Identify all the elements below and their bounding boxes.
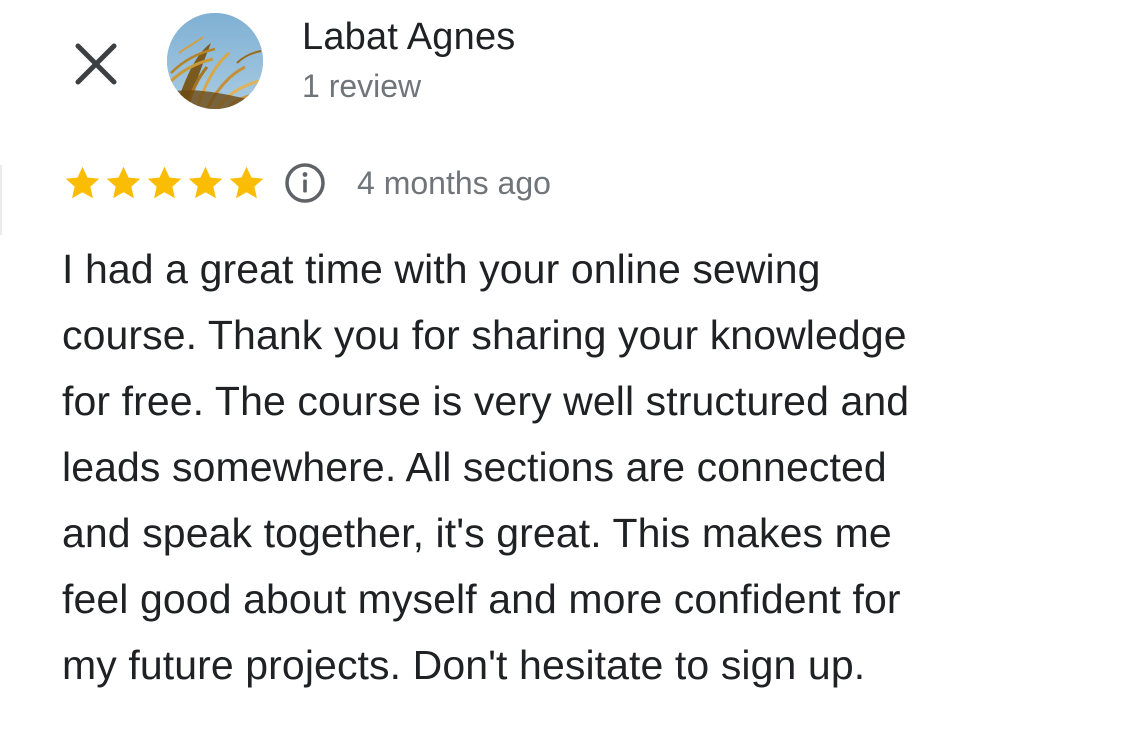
info-icon[interactable]	[283, 161, 327, 205]
star-icon	[229, 166, 264, 198]
review-line: I had a great time with your online sewi…	[62, 246, 821, 292]
review-date: 4 months ago	[357, 164, 551, 201]
review-line: leads somewhere. All sections are connec…	[62, 444, 887, 490]
close-button[interactable]	[68, 36, 124, 92]
rating-row: 4 months ago	[62, 158, 551, 208]
review-line: course. Thank you for sharing your knowl…	[62, 312, 907, 358]
star-icon	[106, 166, 141, 198]
star-icon	[188, 166, 223, 198]
star-icon	[65, 166, 100, 198]
star-rating	[62, 163, 267, 204]
avatar[interactable]	[167, 13, 263, 109]
edge-divider	[0, 165, 2, 235]
star-icon	[147, 166, 182, 198]
review-text: I had a great time with your online sewi…	[62, 236, 1102, 698]
review-line: feel good about myself and more confiden…	[62, 576, 901, 622]
review-line: for free. The course is very well struct…	[62, 378, 910, 424]
close-icon	[75, 43, 117, 85]
review-line: my future projects. Don't hesitate to si…	[62, 642, 866, 688]
review-line: and speak together, it's great. This mak…	[62, 510, 892, 556]
review-count: 1 review	[302, 68, 422, 104]
profile-photo-icon	[167, 13, 263, 109]
reviewer-name[interactable]: Labat Agnes	[302, 16, 516, 59]
